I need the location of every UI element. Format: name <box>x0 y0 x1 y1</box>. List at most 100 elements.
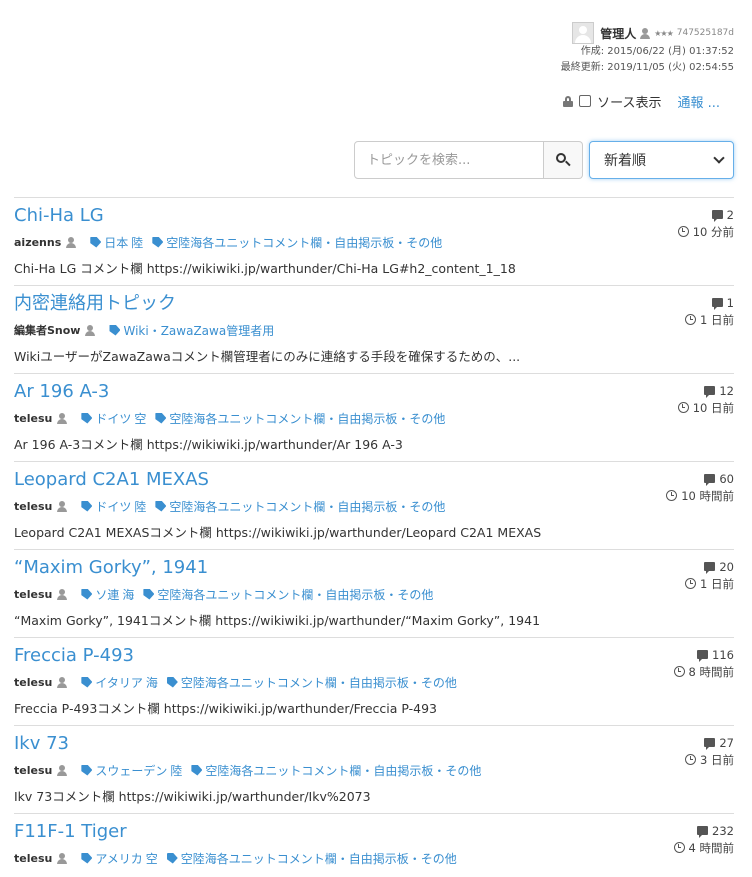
tag[interactable]: 空陸海各ユニットコメント欄・自由掲示板・その他 <box>152 234 442 251</box>
tag-label: スウェーデン <box>95 763 168 778</box>
topic-info: aizenns 日本陸 空陸海各ユニットコメント欄・自由掲示板・その他 <box>14 234 448 250</box>
tag-label: 空陸海各ユニットコメント欄・自由掲示板・その他 <box>180 851 457 866</box>
topic-author[interactable]: telesu <box>14 412 52 425</box>
topic-time: 4 時間前 <box>688 840 734 855</box>
topic-excerpt: Ar 196 A-3コメント欄 https://wikiwiki.jp/wart… <box>14 437 403 452</box>
tag-label: 空陸海各ユニットコメント欄・自由掲示板・その他 <box>166 235 443 250</box>
topic-time: 1 日前 <box>700 576 734 591</box>
tag[interactable]: ドイツ陸 <box>81 498 149 515</box>
tag-label: 空陸海各ユニットコメント欄・自由掲示板・その他 <box>157 587 434 602</box>
author-name[interactable]: 管理人 <box>600 25 636 42</box>
comment-count: 232 <box>712 823 734 838</box>
comment-icon <box>697 650 709 662</box>
author-line: 管理人 ★★★ 747525187d <box>534 22 734 44</box>
topic-item: Ar 196 A-3 telesu ドイツ空 空陸海各ユニットコメント欄・自由掲… <box>14 373 734 461</box>
topic-title[interactable]: Leopard C2A1 MEXAS <box>14 468 209 492</box>
topic-info: telesu ドイツ空 空陸海各ユニットコメント欄・自由掲示板・その他 <box>14 410 451 426</box>
author-id: 747525187d <box>676 28 734 38</box>
topic-title[interactable]: F11F-1 Tiger <box>14 820 127 844</box>
user-icon <box>57 852 68 864</box>
topic-title[interactable]: “Maxim Gorky”, 1941 <box>14 556 208 580</box>
topic-stats: 12 10 日前 <box>677 382 734 416</box>
topic-time: 8 時間前 <box>688 664 734 679</box>
tag-sub: 陸 <box>131 235 144 250</box>
chevron-down-icon <box>713 152 725 164</box>
tag-label: 空陸海各ユニットコメント欄・自由掲示板・その他 <box>169 411 446 426</box>
tag[interactable]: ドイツ空 <box>81 410 149 427</box>
topic-author[interactable]: telesu <box>14 852 52 865</box>
topic-title[interactable]: 内密連絡用トピック <box>14 292 176 316</box>
topic-stats: 2 10 分前 <box>677 206 734 240</box>
topic-title[interactable]: Chi-Ha LG <box>14 204 104 228</box>
tag[interactable]: ソ連海 <box>81 586 137 603</box>
topic-title[interactable]: Ar 196 A-3 <box>14 380 109 404</box>
tag[interactable]: 空陸海各ユニットコメント欄・自由掲示板・その他 <box>143 586 433 603</box>
topic-item: Ikv 73 telesu スウェーデン陸 空陸海各ユニットコメント欄・自由掲示… <box>14 725 734 813</box>
topic-time: 10 時間前 <box>681 488 734 503</box>
tag-sub: 空 <box>145 851 158 866</box>
search-input[interactable] <box>354 141 544 179</box>
report-link[interactable]: 通報 ... <box>677 92 720 111</box>
lock-icon <box>563 95 574 107</box>
clock-icon <box>666 490 678 501</box>
tag[interactable]: イタリア海 <box>81 674 161 691</box>
topic-item: Chi-Ha LG aizenns 日本陸 空陸海各ユニットコメント欄・自由掲示… <box>14 197 734 285</box>
tag-icon <box>81 588 93 600</box>
topic-title[interactable]: Freccia P-493 <box>14 644 134 668</box>
tag[interactable]: 空陸海各ユニットコメント欄・自由掲示板・その他 <box>155 410 445 427</box>
topic-title[interactable]: Ikv 73 <box>14 732 69 756</box>
tag[interactable]: アメリカ空 <box>81 850 160 867</box>
user-icon <box>640 27 651 39</box>
tag-sub: 海 <box>122 587 135 602</box>
tag-icon <box>155 500 167 512</box>
topic-item: F11F-1 Tiger telesu アメリカ空 空陸海各ユニットコメント欄・… <box>14 813 734 877</box>
topic-stats: 232 4 時間前 <box>673 822 734 856</box>
topic-item: Freccia P-493 telesu イタリア海 空陸海各ユニットコメント欄… <box>14 637 734 725</box>
sort-select-value: 新着順 <box>604 153 646 169</box>
tag[interactable]: スウェーデン陸 <box>81 762 185 779</box>
topic-author[interactable]: 編集者Snow <box>14 322 80 338</box>
sort-select[interactable]: 新着順 <box>589 141 734 179</box>
topic-stats: 1 1 日前 <box>685 294 734 328</box>
created-date: 作成: 2015/06/22 (月) 01:37:52 <box>580 46 734 57</box>
user-icon <box>57 588 68 600</box>
tag-icon <box>152 236 164 248</box>
comment-count: 12 <box>719 383 734 398</box>
topic-excerpt: Leopard C2A1 MEXASコメント欄 https://wikiwiki… <box>14 525 542 540</box>
user-icon <box>66 236 77 248</box>
avatar[interactable] <box>572 22 595 44</box>
comment-count: 20 <box>719 559 734 574</box>
topic-excerpt: Freccia P-493コメント欄 https://wikiwiki.jp/w… <box>14 701 437 716</box>
tag[interactable]: 空陸海各ユニットコメント欄・自由掲示板・その他 <box>166 674 457 691</box>
tag-label: 日本 <box>104 235 129 250</box>
user-icon <box>57 676 68 688</box>
tag[interactable]: 日本陸 <box>90 234 146 251</box>
search-button[interactable] <box>544 141 583 179</box>
topic-author[interactable]: aizenns <box>14 236 61 249</box>
source-label[interactable]: ソース表示 <box>597 92 661 111</box>
comment-icon <box>704 738 716 750</box>
comment-count: 116 <box>712 647 734 662</box>
tag-sub: 海 <box>145 675 158 690</box>
topic-author[interactable]: telesu <box>14 588 52 601</box>
topic-time: 10 日前 <box>692 400 734 415</box>
topic-stats: 60 10 時間前 <box>666 470 734 504</box>
tag-label: アメリカ <box>95 851 143 866</box>
comment-count: 1 <box>726 295 734 310</box>
tag[interactable]: 空陸海各ユニットコメント欄・自由掲示板・その他 <box>155 498 445 515</box>
topic-info: telesu スウェーデン陸 空陸海各ユニットコメント欄・自由掲示板・その他 <box>14 762 487 778</box>
topic-time: 3 日前 <box>700 752 734 767</box>
topic-item: Leopard C2A1 MEXAS telesu ドイツ陸 空陸海各ユニットコ… <box>14 461 734 549</box>
tag-icon <box>166 852 178 864</box>
topic-author[interactable]: telesu <box>14 676 52 689</box>
topic-info: telesu アメリカ空 空陸海各ユニットコメント欄・自由掲示板・その他 <box>14 850 463 866</box>
topic-info: telesu イタリア海 空陸海各ユニットコメント欄・自由掲示板・その他 <box>14 674 463 690</box>
tag-label: 空陸海各ユニットコメント欄・自由掲示板・その他 <box>205 763 482 778</box>
source-checkbox[interactable] <box>579 95 592 107</box>
tag[interactable]: Wiki・ZawaZawa管理者用 <box>109 322 274 339</box>
topic-author[interactable]: telesu <box>14 764 52 777</box>
tag[interactable]: 空陸海各ユニットコメント欄・自由掲示板・その他 <box>166 850 457 867</box>
tag-label: Wiki・ZawaZawa管理者用 <box>123 323 275 338</box>
tag[interactable]: 空陸海各ユニットコメント欄・自由掲示板・その他 <box>191 762 481 779</box>
topic-author[interactable]: telesu <box>14 500 52 513</box>
